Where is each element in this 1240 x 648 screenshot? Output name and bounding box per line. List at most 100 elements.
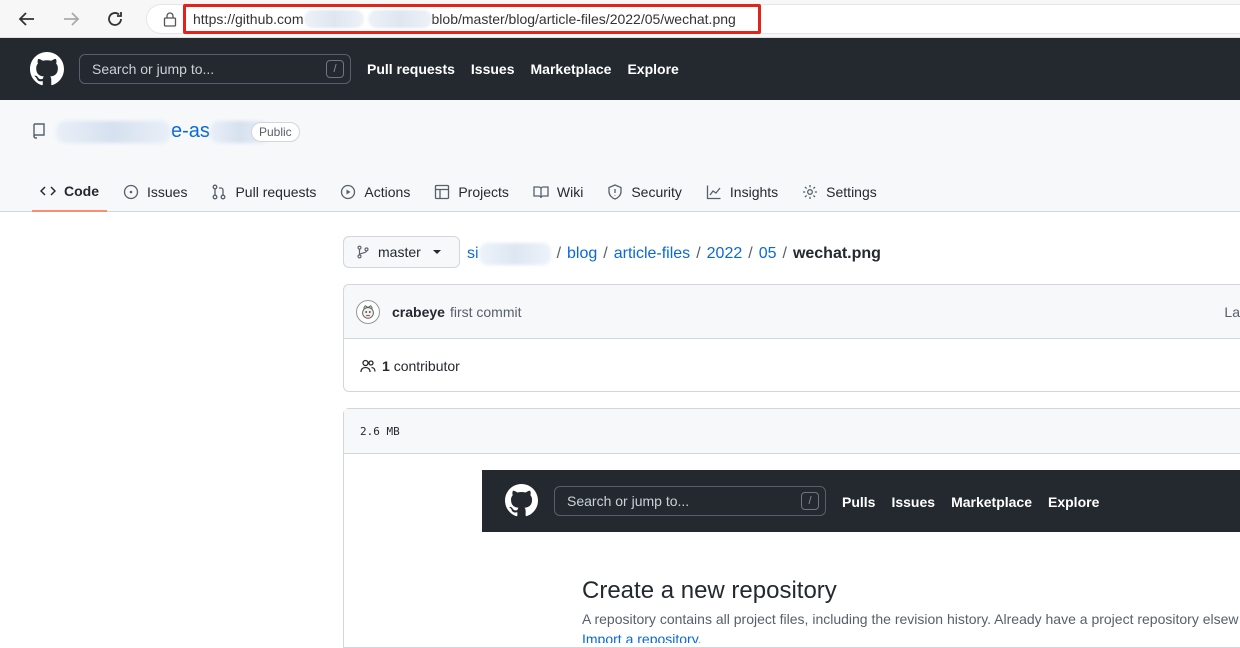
github-logo-icon[interactable]	[30, 52, 64, 86]
table-icon	[435, 184, 450, 200]
contributor-count: 1	[382, 357, 390, 374]
browser-toolbar: https://github.com blob/master/blog/artic…	[0, 0, 1240, 112]
tab-actions[interactable]: Actions	[332, 172, 418, 212]
redacted-blur	[367, 10, 432, 28]
tab-label: Insights	[729, 184, 779, 200]
redacted-blur	[478, 243, 551, 265]
breadcrumb-2022-link[interactable]: 2022	[707, 245, 743, 263]
issue-icon	[123, 184, 139, 200]
url-text[interactable]: https://github.com blob/master/blog/artic…	[183, 4, 761, 34]
tab-projects[interactable]: Projects	[426, 172, 517, 212]
redacted-blur	[303, 10, 364, 28]
tab-label: Actions	[364, 184, 411, 200]
chevron-down-icon	[432, 250, 441, 254]
breadcrumb-article-files-link[interactable]: article-files	[614, 245, 690, 263]
repo-tabs: Code Issues Pull requests Actions Projec…	[32, 172, 893, 212]
play-icon	[341, 184, 356, 200]
file-header: 2.6 MB	[344, 409, 1240, 454]
embedded-nav: Pulls Issues Marketplace Explore	[842, 494, 1099, 510]
people-icon	[360, 359, 376, 372]
github-header: Search or jump to... / Pull requests Iss…	[0, 38, 1240, 100]
graph-icon	[706, 185, 721, 200]
breadcrumb: si / blog / article-files / 2022 / 05 / …	[467, 243, 881, 265]
embedded-github-header: Search or jump to... / Pulls Issues Mark…	[482, 470, 1240, 532]
embedded-page-title: Create a new repository	[582, 577, 837, 604]
tab-settings[interactable]: Settings	[794, 172, 885, 212]
nav-pull-requests[interactable]: Pull requests	[367, 61, 455, 77]
repo-name-text: e-as	[171, 120, 210, 142]
tab-label: Security	[631, 184, 682, 200]
breadcrumb-separator: /	[603, 245, 608, 262]
breadcrumb-separator: /	[782, 245, 787, 262]
breadcrumb-05-link[interactable]: 05	[759, 245, 777, 263]
repo-name-link[interactable]: e-as	[56, 120, 270, 143]
embedded-import-link: Import a repository.	[582, 631, 702, 643]
contributor-label: contributor	[393, 357, 460, 374]
embedded-search-placeholder: Search or jump to...	[567, 493, 690, 509]
tab-code[interactable]: Code	[32, 172, 107, 212]
nav-marketplace[interactable]: Marketplace	[531, 61, 612, 77]
address-bar[interactable]: https://github.com blob/master/blog/artic…	[146, 4, 1240, 34]
tab-security[interactable]: Security	[599, 172, 690, 212]
git-branch-icon	[357, 245, 369, 259]
slash-shortcut-key: /	[326, 60, 344, 78]
repo-icon	[33, 123, 45, 139]
search-placeholder: Search or jump to...	[92, 61, 215, 77]
breadcrumb-separator: /	[748, 245, 753, 262]
breadcrumb-root-link[interactable]: si	[467, 245, 479, 263]
tab-label: Pull requests	[235, 184, 317, 200]
tab-label: Issues	[147, 184, 188, 200]
url-prefix: https://github.com	[193, 11, 304, 27]
arrow-left-icon	[18, 12, 34, 26]
contributors-row[interactable]: 1 contributor	[344, 339, 1240, 392]
tab-insights[interactable]: Insights	[698, 172, 786, 212]
gear-icon	[803, 185, 818, 199]
arrow-right-icon	[64, 12, 80, 26]
embedded-slash-key: /	[801, 492, 819, 510]
commit-author-link[interactable]: crabeye	[392, 304, 445, 320]
tab-label: Wiki	[556, 184, 584, 200]
breadcrumb-separator: /	[556, 245, 562, 262]
breadcrumb-filename: wechat.png	[792, 245, 881, 262]
nav-issues[interactable]: Issues	[471, 61, 515, 77]
global-nav: Pull requests Issues Marketplace Explore	[367, 61, 679, 77]
embedded-nav-pulls: Pulls	[842, 494, 876, 510]
commit-message-link[interactable]: first commit	[450, 304, 522, 320]
lock-icon	[163, 12, 177, 27]
shield-icon	[608, 184, 622, 200]
redacted-blur	[56, 120, 171, 143]
latest-commit-row: crabeye first commit La	[344, 285, 1240, 339]
breadcrumb-blog-link[interactable]: blog	[567, 245, 597, 263]
file-size: 2.6 MB	[360, 424, 400, 438]
repo-header: e-as Public Code Issues Pull requests Ac…	[0, 100, 1240, 212]
avatar[interactable]	[356, 299, 380, 324]
tab-pull-requests[interactable]: Pull requests	[203, 172, 324, 212]
latest-commit-text[interactable]: La	[1224, 304, 1240, 320]
url-suffix: blob/master/blog/article-files/2022/05/w…	[431, 11, 736, 27]
tab-issues[interactable]: Issues	[115, 172, 195, 212]
visibility-badge: Public	[251, 122, 300, 142]
embedded-nav-marketplace: Marketplace	[951, 494, 1032, 510]
branch-select-button[interactable]: master	[343, 236, 460, 268]
tab-label: Projects	[458, 184, 509, 200]
embedded-search-input: Search or jump to... /	[554, 486, 826, 516]
reload-button[interactable]	[102, 6, 128, 32]
embedded-nav-issues: Issues	[891, 494, 936, 510]
branch-name: master	[378, 244, 421, 260]
nav-explore[interactable]: Explore	[627, 61, 678, 77]
commit-info-box: crabeye first commit La 1 contributor	[343, 284, 1240, 392]
code-icon	[40, 186, 56, 196]
back-button[interactable]	[14, 6, 40, 32]
pull-request-icon	[213, 184, 226, 200]
image-preview: Search or jump to... / Pulls Issues Mark…	[482, 470, 1240, 643]
tab-label: Code	[64, 183, 99, 199]
book-icon	[533, 186, 549, 199]
embedded-nav-explore: Explore	[1048, 494, 1100, 510]
tab-wiki[interactable]: Wiki	[525, 172, 591, 212]
embedded-description: A repository contains all project files,…	[582, 611, 1239, 627]
forward-button[interactable]	[58, 6, 84, 32]
search-input[interactable]: Search or jump to... /	[79, 54, 351, 84]
github-logo-icon	[505, 484, 538, 517]
avatar-image-icon	[362, 304, 374, 319]
reload-icon	[108, 12, 122, 26]
